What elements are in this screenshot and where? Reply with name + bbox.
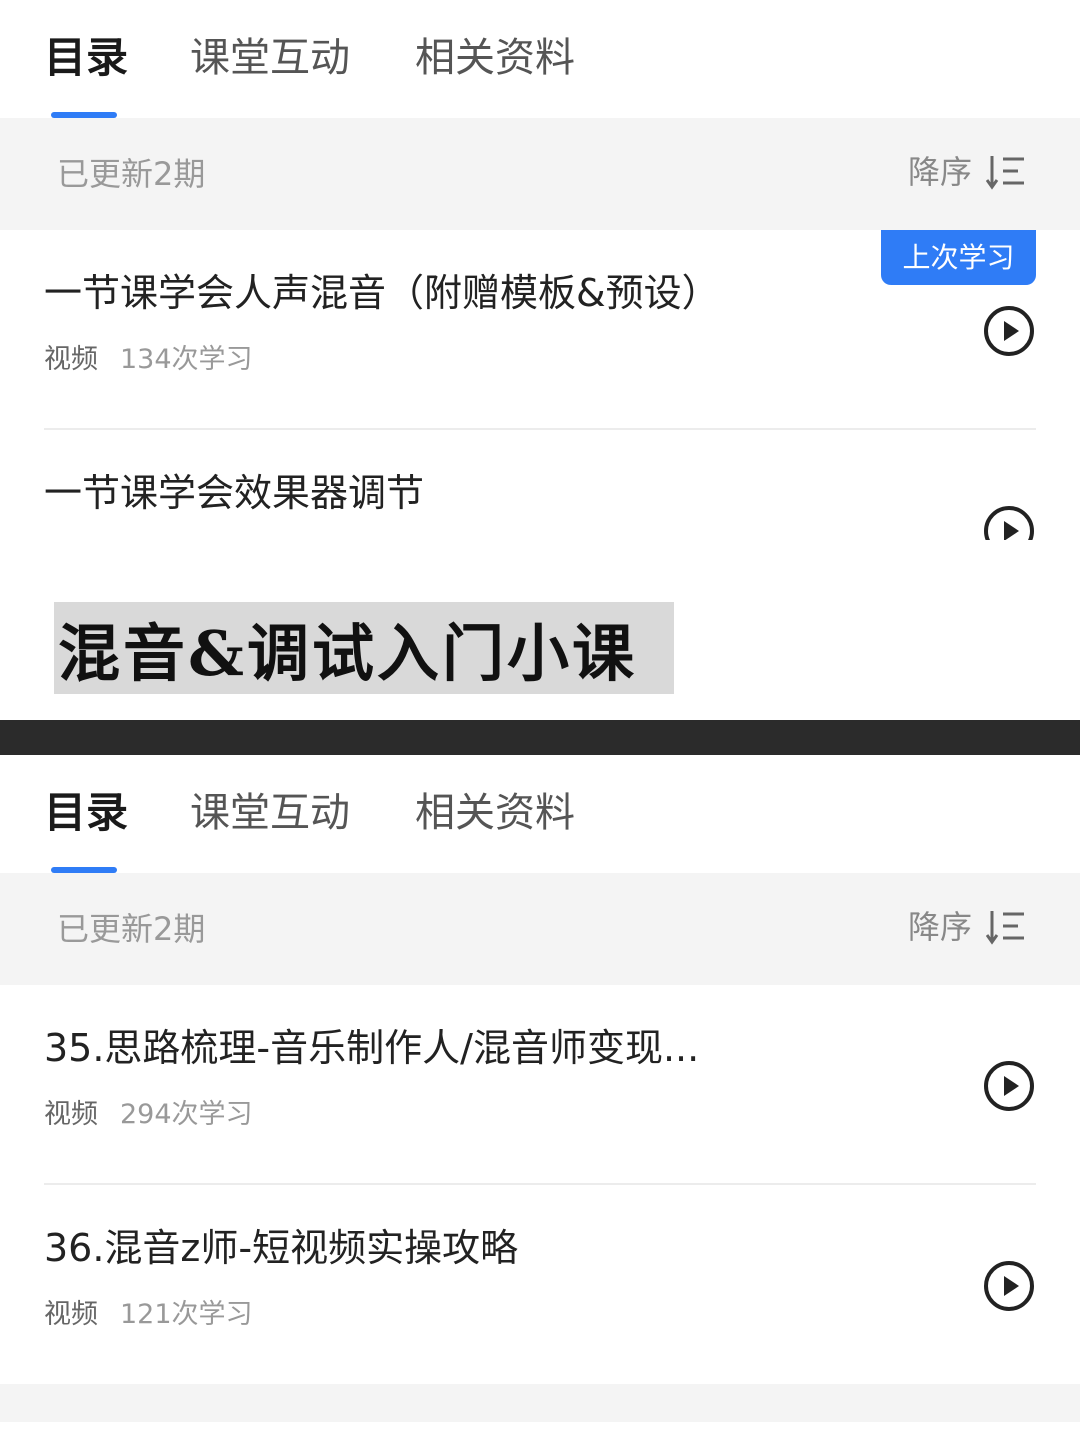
lesson-meta: 视频 134次学习 <box>44 340 253 380</box>
update-count: 已更新2期 <box>57 155 206 193</box>
play-circle-icon[interactable] <box>982 304 1036 358</box>
bottom-strip <box>0 1384 1080 1422</box>
lesson-title: 36.混音z师-短视频实操攻略 <box>44 1226 519 1270</box>
catalog-panel-bottom: 目录 课堂互动 相关资料 已更新2期 降序 35.思路梳理-音乐制作人/混音师变… <box>0 755 1080 1440</box>
lesson-views: 294次学习 <box>120 1099 253 1130</box>
lesson-meta: 视频 294次学习 <box>44 1095 253 1135</box>
play-circle-icon[interactable] <box>982 1259 1036 1313</box>
course-title-banner: 混音&调试入门小课 <box>54 602 674 694</box>
lesson-type: 视频 <box>44 1099 98 1130</box>
lesson-title: 一节课学会人声混音（附赠模板&预设） <box>44 271 720 315</box>
sort-descending-icon <box>986 156 1024 190</box>
lesson-item[interactable]: 上次学习 一节课学会人声混音（附赠模板&预设） 视频 134次学习 <box>0 230 1080 430</box>
last-studied-badge: 上次学习 <box>881 230 1036 285</box>
lesson-item[interactable]: 36.混音z师-短视频实操攻略 视频 121次学习 <box>0 1185 1080 1385</box>
lesson-title: 一节课学会效果器调节 <box>44 471 425 515</box>
lesson-views: 134次学习 <box>120 344 253 375</box>
sort-descending-icon <box>986 911 1024 945</box>
section-separator <box>0 720 1080 755</box>
tab-materials[interactable]: 相关资料 <box>415 30 575 86</box>
banner-text: 混音&调试入门小课 <box>58 617 637 690</box>
tab-interaction[interactable]: 课堂互动 <box>190 785 350 841</box>
play-circle-icon[interactable] <box>982 504 1036 540</box>
tab-materials[interactable]: 相关资料 <box>415 785 575 841</box>
tab-interaction[interactable]: 课堂互动 <box>190 30 350 86</box>
lesson-views: 121次学习 <box>120 1299 253 1330</box>
lesson-type: 视频 <box>44 344 98 375</box>
sort-button[interactable]: 降序 <box>908 150 1028 194</box>
lesson-meta: 视频 121次学习 <box>44 1295 253 1335</box>
sort-label: 降序 <box>907 153 972 191</box>
tab-catalog[interactable]: 目录 <box>44 30 128 86</box>
sort-label: 降序 <box>907 908 972 946</box>
update-count: 已更新2期 <box>57 910 206 948</box>
play-circle-icon[interactable] <box>982 1059 1036 1113</box>
catalog-panel-top: 目录 课堂互动 相关资料 已更新2期 降序 上次学习 一节课学会人声混音（附赠模… <box>0 0 1080 540</box>
tab-bar: 目录 课堂互动 相关资料 <box>0 0 1080 118</box>
lesson-title: 35.思路梳理-音乐制作人/混音师变现... <box>44 1026 700 1070</box>
lesson-item[interactable]: 一节课学会效果器调节 <box>0 430 1080 540</box>
tab-catalog[interactable]: 目录 <box>44 785 128 841</box>
sort-button[interactable]: 降序 <box>908 905 1028 949</box>
tab-bar: 目录 课堂互动 相关资料 <box>0 755 1080 873</box>
lesson-type: 视频 <box>44 1299 98 1330</box>
update-bar: 已更新2期 降序 <box>0 118 1080 230</box>
update-bar: 已更新2期 降序 <box>0 873 1080 985</box>
lesson-item[interactable]: 35.思路梳理-音乐制作人/混音师变现... 视频 294次学习 <box>0 985 1080 1185</box>
